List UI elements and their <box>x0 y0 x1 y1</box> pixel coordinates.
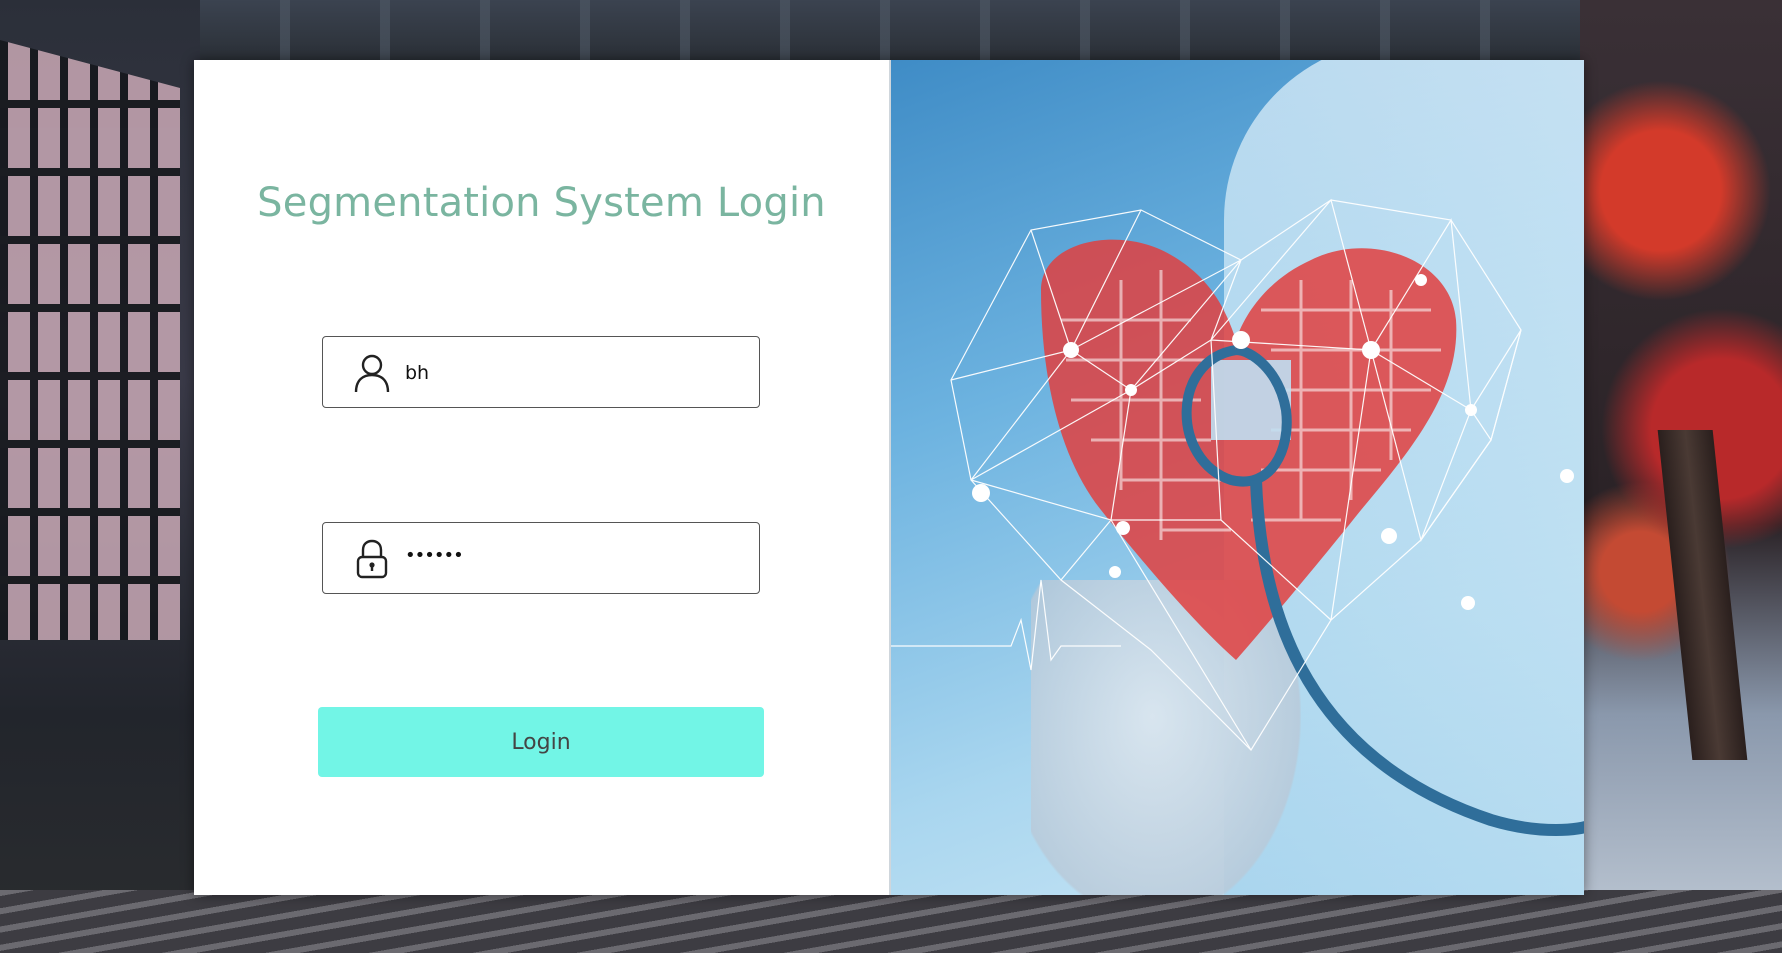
login-title: Segmentation System Login <box>257 180 826 226</box>
password-field[interactable]: •••••• <box>322 522 760 594</box>
heart-circuit-graphic <box>891 198 1584 836</box>
lock-icon <box>353 539 391 579</box>
medical-heart-circuit-illustration <box>889 60 1584 895</box>
password-input[interactable]: •••••• <box>405 523 464 595</box>
login-button[interactable]: Login <box>318 707 764 777</box>
username-input[interactable]: bh <box>405 337 429 409</box>
background-maple-tree <box>1580 0 1782 953</box>
background-wooden-deck <box>0 890 1782 953</box>
login-dialog: Segmentation System Login bh •••••• Logi… <box>194 60 1584 895</box>
user-icon <box>353 353 391 393</box>
login-form-panel: Segmentation System Login bh •••••• Logi… <box>194 60 889 895</box>
background-shoji-screen <box>0 0 200 953</box>
background-roof-beams <box>190 0 1590 62</box>
username-field[interactable]: bh <box>322 336 760 408</box>
